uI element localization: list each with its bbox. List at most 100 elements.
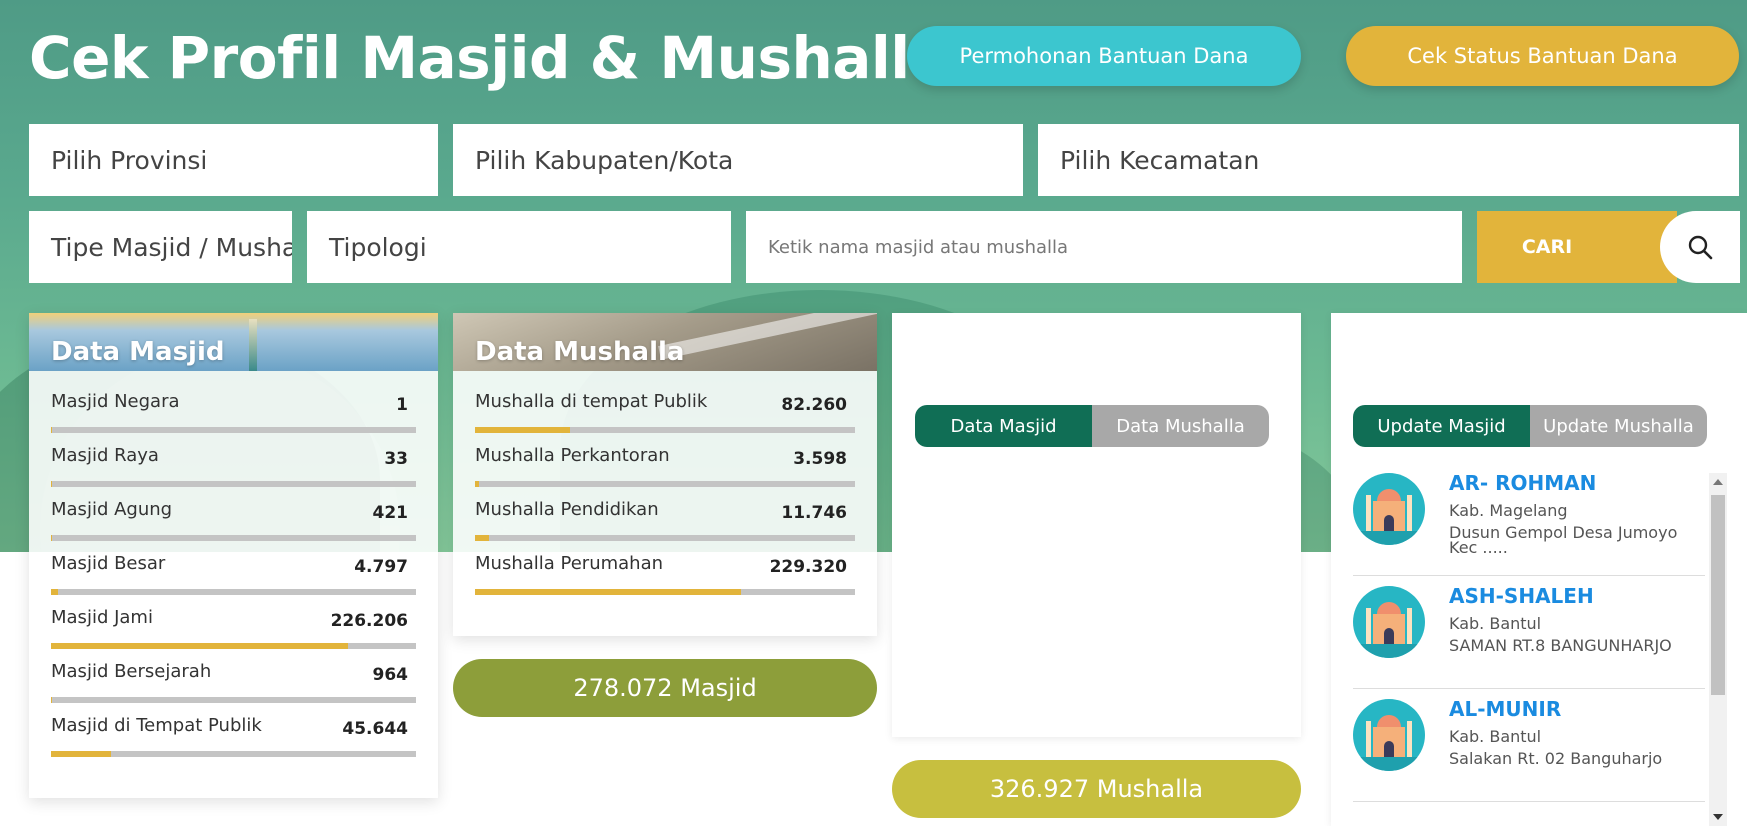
stat-value: 964 — [372, 665, 409, 685]
masjid-address: SAMAN RT.8 BANGUNHARJO — [1449, 636, 1672, 655]
stat-value: 45.644 — [342, 719, 408, 739]
stat-label: Mushalla Perumahan — [475, 553, 664, 574]
stat-label: Masjid di Tempat Publik — [51, 715, 262, 736]
update-toggle: Update Masjid Update Mushalla — [1353, 405, 1707, 447]
stat-progress-fill — [51, 427, 52, 433]
stat-progress-fill — [475, 535, 489, 541]
stat-progress-fill — [475, 481, 480, 487]
stat-progress-fill — [51, 535, 52, 541]
stat-progress-bar — [51, 481, 416, 487]
masjid-stat-list: Masjid Negara 1 Masjid Raya 33 Masjid Agung 4… — [29, 371, 438, 763]
cek-status-button[interactable]: Cek Status Bantuan Dana — [1346, 26, 1739, 86]
masjid-name-link[interactable]: AR- ROHMAN — [1449, 471, 1596, 495]
stat-row: Masjid Jami 226.206 — [51, 601, 416, 655]
stat-progress-fill — [51, 751, 111, 757]
tab-update-mushalla[interactable]: Update Mushalla — [1530, 405, 1707, 447]
kabupaten-select[interactable]: Pilih Kabupaten/Kota — [453, 124, 1023, 196]
masjid-name-link[interactable]: AL-MUNIR — [1449, 697, 1561, 721]
scrollbar[interactable] — [1709, 473, 1727, 826]
search-icon — [1688, 235, 1713, 260]
scroll-down-arrow-icon[interactable] — [1709, 808, 1727, 826]
search-button[interactable] — [1660, 211, 1740, 283]
list-item[interactable]: AL-MUNIR Kab. Bantul Salakan Rt. 02 Banguh… — [1353, 689, 1705, 802]
stat-value: 82.260 — [781, 395, 847, 415]
stat-label: Masjid Besar — [51, 553, 166, 574]
stat-label: Masjid Jami — [51, 607, 153, 628]
stat-row: Mushalla Perumahan 229.320 — [475, 547, 855, 601]
data-masjid-header: Data Masjid — [29, 313, 438, 371]
stat-progress-bar — [51, 589, 416, 595]
stat-row: Masjid Negara 1 — [51, 385, 416, 439]
stat-label: Masjid Raya — [51, 445, 159, 466]
stat-value: 1 — [396, 395, 408, 415]
stat-row: Masjid Bersejarah 964 — [51, 655, 416, 709]
kecamatan-select[interactable]: Pilih Kecamatan — [1038, 124, 1739, 196]
tab-update-masjid[interactable]: Update Masjid — [1353, 405, 1530, 447]
masjid-name-link[interactable]: ASH-SHALEH — [1449, 584, 1594, 608]
masjid-kabupaten: Kab. Bantul — [1449, 727, 1542, 746]
list-item[interactable]: AR- ROHMAN Kab. Magelang Dusun Gempol Desa… — [1353, 463, 1705, 576]
stat-value: 3.598 — [793, 449, 847, 469]
cari-button[interactable]: CARI — [1477, 211, 1677, 283]
stat-progress-fill — [51, 643, 349, 649]
stat-progress-bar — [51, 643, 416, 649]
stat-progress-fill — [51, 481, 52, 487]
stat-progress-fill — [51, 697, 53, 703]
data-masjid-title: Data Masjid — [51, 337, 225, 367]
masjid-kabupaten: Kab. Magelang — [1449, 501, 1568, 520]
chart-panel: Data Masjid Data Mushalla — [892, 313, 1301, 737]
stat-label: Mushalla Pendidikan — [475, 499, 659, 520]
page-title: Cek Profil Masjid & Mushalla — [29, 24, 949, 92]
search-input[interactable]: Ketik nama masjid atau mushalla — [746, 211, 1462, 283]
stat-progress-bar — [475, 589, 855, 595]
stat-progress-fill — [475, 589, 741, 595]
tab-data-mushalla[interactable]: Data Mushalla — [1092, 405, 1269, 447]
stat-value: 4.797 — [354, 557, 408, 577]
total-masjid-badge: 278.072 Masjid — [453, 659, 877, 717]
stat-progress-bar — [51, 535, 416, 541]
list-item[interactable]: ASH-SHALEH Kab. Bantul SAMAN RT.8 BANGUNHA… — [1353, 576, 1705, 689]
data-mushalla-title: Data Mushalla — [475, 337, 685, 367]
stat-value: 33 — [384, 449, 408, 469]
stat-progress-bar — [475, 535, 855, 541]
mosque-icon — [1353, 586, 1425, 658]
data-mushalla-header: Data Mushalla — [453, 313, 877, 371]
stat-label: Mushalla di tempat Publik — [475, 391, 708, 412]
stat-row: Masjid Besar 4.797 — [51, 547, 416, 601]
mushalla-stat-list: Mushalla di tempat Publik 82.260 Mushalla … — [453, 371, 877, 601]
stat-value: 421 — [372, 503, 409, 523]
stat-row: Mushalla di tempat Publik 82.260 — [475, 385, 855, 439]
stat-progress-bar — [51, 697, 416, 703]
stat-progress-fill — [51, 589, 59, 595]
stat-label: Masjid Negara — [51, 391, 180, 412]
stat-row: Mushalla Pendidikan 11.746 — [475, 493, 855, 547]
header-stripe — [658, 313, 877, 360]
scroll-thumb[interactable] — [1711, 495, 1725, 695]
update-list: AR- ROHMAN Kab. Magelang Dusun Gempol Desa… — [1353, 463, 1705, 802]
data-masjid-card: Data Masjid Masjid Negara 1 Masjid Raya 33 M… — [29, 313, 438, 798]
stat-progress-fill — [475, 427, 570, 433]
stat-value: 226.206 — [330, 611, 408, 631]
masjid-kabupaten: Kab. Bantul — [1449, 614, 1542, 633]
update-panel: Update Masjid Update Mushalla AR- ROHMAN… — [1331, 313, 1747, 826]
stat-value: 11.746 — [781, 503, 847, 523]
tipe-select[interactable]: Tipe Masjid / Mushalla — [29, 211, 292, 283]
stat-row: Masjid Raya 33 — [51, 439, 416, 493]
chart-toggle: Data Masjid Data Mushalla — [915, 405, 1269, 447]
stat-progress-bar — [51, 427, 416, 433]
stat-label: Mushalla Perkantoran — [475, 445, 670, 466]
permohonan-bantuan-button[interactable]: Permohonan Bantuan Dana — [907, 26, 1301, 86]
tipologi-select[interactable]: Tipologi — [307, 211, 731, 283]
minaret-decoration — [249, 319, 257, 371]
provinsi-select[interactable]: Pilih Provinsi — [29, 124, 438, 196]
stat-label: Masjid Agung — [51, 499, 173, 520]
tab-data-masjid[interactable]: Data Masjid — [915, 405, 1092, 447]
masjid-address: Dusun Gempol Desa Jumoyo Kec ..... — [1449, 523, 1678, 557]
masjid-address: Salakan Rt. 02 Banguharjo — [1449, 749, 1663, 768]
stat-row: Masjid di Tempat Publik 45.644 — [51, 709, 416, 763]
scroll-up-arrow-icon[interactable] — [1709, 473, 1727, 491]
data-mushalla-card: Data Mushalla Mushalla di tempat Publik 8… — [453, 313, 877, 636]
stat-row: Mushalla Perkantoran 3.598 — [475, 439, 855, 493]
stat-progress-bar — [51, 751, 416, 757]
stat-label: Masjid Bersejarah — [51, 661, 212, 682]
